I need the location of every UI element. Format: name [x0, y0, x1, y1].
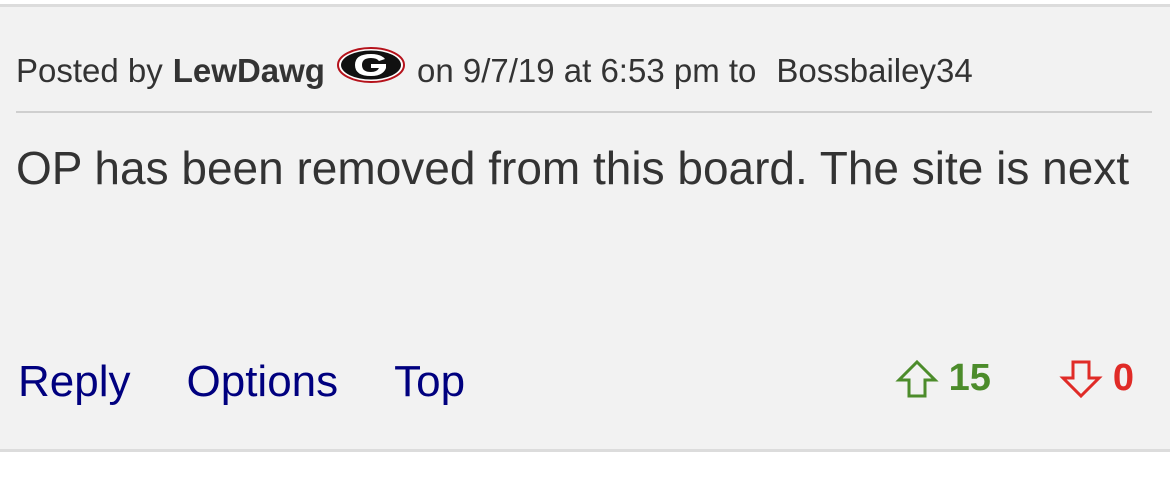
- reply-to-link[interactable]: Bossbailey34: [776, 52, 972, 90]
- up-arrow-icon: [894, 359, 939, 397]
- upvote-count: 15: [948, 357, 991, 399]
- downvote-count: 0: [1112, 357, 1134, 399]
- georgia-g-logo-icon: [336, 47, 405, 83]
- author-link[interactable]: LewDawg: [173, 52, 325, 90]
- posted-by-label: Posted by: [16, 52, 163, 89]
- down-arrow-icon: [1059, 360, 1103, 398]
- options-button[interactable]: Options: [187, 357, 339, 407]
- divider: [16, 111, 1152, 113]
- top-button[interactable]: Top: [394, 357, 465, 407]
- post-container: Posted by LewDawg on 9/7/19 at 6:53 pm t…: [0, 4, 1170, 452]
- vote-controls: 15 0: [894, 357, 1134, 400]
- reply-button[interactable]: Reply: [18, 357, 131, 407]
- post-body: OP has been removed from this board. The…: [16, 142, 1130, 194]
- upvote-button[interactable]: 15: [894, 357, 991, 400]
- downvote-button[interactable]: 0: [1059, 357, 1134, 400]
- post-date: on 9/7/19 at 6:53 pm to: [416, 52, 757, 89]
- post-actions: Reply Options Top: [18, 357, 521, 407]
- post-meta: Posted by LewDawg on 9/7/19 at 6:53 pm t…: [16, 47, 973, 95]
